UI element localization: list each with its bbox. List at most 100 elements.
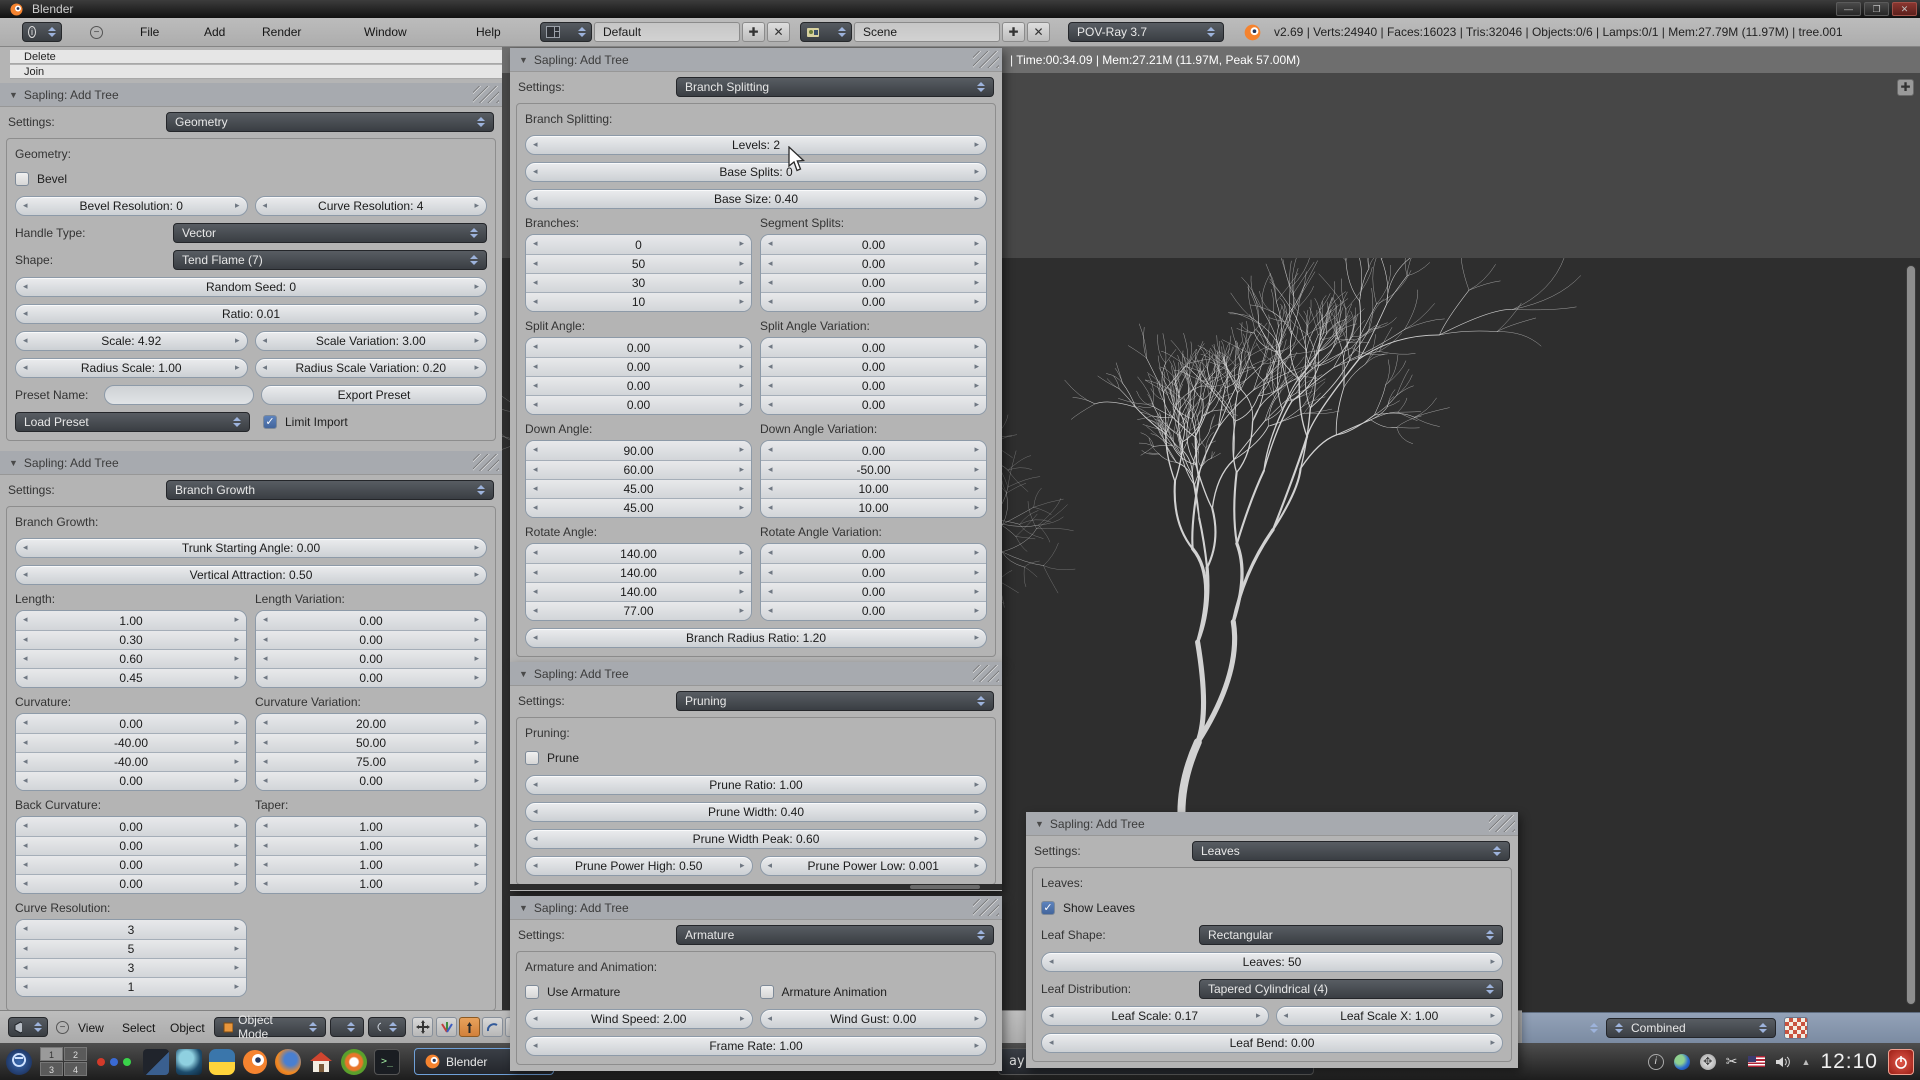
number-field[interactable]: ◂0.00▸ <box>761 601 986 620</box>
scale-slider[interactable]: ◂Scale: 4.92▸ <box>15 331 248 351</box>
random-seed-slider[interactable]: ◂Random Seed: 0▸ <box>15 277 487 297</box>
scale-variation-slider[interactable]: ◂Scale Variation: 3.00▸ <box>255 331 488 351</box>
join-operator-button[interactable]: Join <box>10 65 502 79</box>
number-field[interactable]: ◂1.00▸ <box>256 836 486 855</box>
number-field[interactable]: ◂0.00▸ <box>761 292 986 311</box>
workspace-1[interactable]: 1 <box>40 1047 63 1061</box>
delete-layout-button[interactable]: ✕ <box>767 22 790 42</box>
expand-region-button[interactable]: ✚ <box>1897 79 1914 96</box>
number-field[interactable]: ◂0.00▸ <box>16 771 246 790</box>
number-field[interactable]: ◂0.00▸ <box>761 273 986 292</box>
base-splits-slider[interactable]: ◂Base Splits: 0▸ <box>525 162 987 182</box>
number-field[interactable]: ◂0.00▸ <box>761 338 986 357</box>
number-field[interactable]: ◂0.00▸ <box>761 254 986 273</box>
collapse-menus-icon[interactable]: − <box>56 1021 69 1034</box>
prune-power-high-slider[interactable]: ◂Prune Power High: 0.50▸ <box>525 856 753 876</box>
view-menu[interactable]: View <box>78 1021 104 1035</box>
number-field[interactable]: ◂75.00▸ <box>256 752 486 771</box>
prune-width-peak-slider[interactable]: ◂Prune Width Peak: 0.60▸ <box>525 829 987 849</box>
number-field[interactable]: ◂0.45▸ <box>16 668 246 687</box>
workspace-3[interactable]: 3 <box>40 1062 63 1076</box>
trunk-starting-angle-slider[interactable]: ◂Trunk Starting Angle: 0.00▸ <box>15 538 487 558</box>
menu-add[interactable]: Add <box>204 25 225 39</box>
tray-expand-icon[interactable]: ▲ <box>1802 1057 1811 1067</box>
add-scene-button[interactable]: ✚ <box>1002 22 1025 42</box>
prune-width-slider[interactable]: ◂Prune Width: 0.40▸ <box>525 802 987 822</box>
base-size-slider[interactable]: ◂Base Size: 0.40▸ <box>525 189 987 209</box>
minimize-button[interactable]: — <box>1836 2 1861 16</box>
workspace-pager[interactable]: 1 2 3 4 <box>40 1047 87 1076</box>
firefox-icon[interactable] <box>275 1049 301 1075</box>
handle-type-dropdown[interactable]: Vector <box>173 223 487 243</box>
wind-gust-slider[interactable]: ◂Wind Gust: 0.00▸ <box>760 1009 988 1029</box>
number-field[interactable]: ◂3▸ <box>16 958 246 977</box>
blender-app-icon[interactable] <box>242 1049 268 1075</box>
number-field[interactable]: ◂45.00▸ <box>526 479 751 498</box>
number-field[interactable]: ◂30▸ <box>526 273 751 292</box>
leaf-scale-slider[interactable]: ◂Leaf Scale: 0.17▸ <box>1041 1006 1269 1026</box>
number-field[interactable]: ◂0.00▸ <box>256 630 486 649</box>
home-folder-icon[interactable] <box>308 1049 334 1075</box>
web-browser-globe-icon[interactable] <box>176 1049 202 1075</box>
editor-scrollbar[interactable] <box>1906 265 1916 1005</box>
use-armature-checkbox[interactable] <box>525 985 539 999</box>
red-dot-icon[interactable] <box>97 1058 105 1066</box>
limit-import-checkbox[interactable]: ✓ <box>263 415 277 429</box>
settings-dropdown-geometry[interactable]: Geometry <box>166 112 494 132</box>
clipboard-scissors-icon[interactable]: ✂ <box>1726 1053 1738 1070</box>
number-field[interactable]: ◂60.00▸ <box>526 460 751 479</box>
number-field[interactable]: ◂20.00▸ <box>256 714 486 733</box>
shape-dropdown[interactable]: Tend Flame (7) <box>173 250 487 270</box>
number-field[interactable]: ◂45.00▸ <box>526 498 751 517</box>
number-field[interactable]: ◂0▸ <box>526 235 751 254</box>
settings-dropdown-branch-growth[interactable]: Branch Growth <box>166 480 494 500</box>
menu-window[interactable]: Window <box>364 25 407 39</box>
number-field[interactable]: ◂0.00▸ <box>761 441 986 460</box>
vertical-attraction-slider[interactable]: ◂Vertical Attraction: 0.50▸ <box>15 565 487 585</box>
delete-operator-button[interactable]: Delete <box>10 50 502 64</box>
shelf-scrollbar[interactable] <box>510 884 1002 890</box>
bevel-resolution-slider[interactable]: ◂Bevel Resolution: 0▸ <box>15 196 248 216</box>
number-field[interactable]: ◂0.00▸ <box>761 544 986 563</box>
number-field[interactable]: ◂0.00▸ <box>256 771 486 790</box>
render-engine-dropdown[interactable]: POV-Ray 3.7 <box>1068 22 1224 42</box>
add-layout-button[interactable]: ✚ <box>742 22 765 42</box>
number-field[interactable]: ◂0.00▸ <box>16 874 246 893</box>
radius-scale-variation-slider[interactable]: ◂Radius Scale Variation: 0.20▸ <box>255 358 488 378</box>
panel-header-pruning[interactable]: ▼ Sapling: Add Tree <box>510 662 1002 686</box>
number-field[interactable]: ◂1.00▸ <box>256 874 486 893</box>
number-field[interactable]: ◂0.00▸ <box>761 357 986 376</box>
number-field[interactable]: ◂140.00▸ <box>526 544 751 563</box>
number-field[interactable]: ◂0.00▸ <box>526 357 751 376</box>
number-field[interactable]: ◂10.00▸ <box>761 498 986 517</box>
number-field[interactable]: ◂0.00▸ <box>761 376 986 395</box>
number-field[interactable]: ◂10.00▸ <box>761 479 986 498</box>
number-field[interactable]: ◂0.60▸ <box>16 649 246 668</box>
load-preset-dropdown[interactable]: Load Preset <box>15 412 250 432</box>
layer-stepper-icon[interactable] <box>1582 1023 1598 1033</box>
menu-file[interactable]: File <box>140 25 159 39</box>
select-menu[interactable]: Select <box>122 1021 155 1035</box>
prune-ratio-slider[interactable]: ◂Prune Ratio: 1.00▸ <box>525 775 987 795</box>
branch-radius-ratio-slider[interactable]: ◂Branch Radius Ratio: 1.20▸ <box>525 628 987 648</box>
number-field[interactable]: ◂-40.00▸ <box>16 752 246 771</box>
panel-header-leaves[interactable]: ▼ Sapling: Add Tree <box>1026 812 1518 836</box>
panel-grip-icon[interactable] <box>473 454 499 471</box>
number-field[interactable]: ◂77.00▸ <box>526 601 751 620</box>
number-field[interactable]: ◂0.00▸ <box>761 235 986 254</box>
presentation-app-icon[interactable] <box>143 1049 169 1075</box>
number-field[interactable]: ◂140.00▸ <box>526 563 751 582</box>
manipulator-axes-button[interactable] <box>436 1017 457 1037</box>
translate-manipulator-button[interactable] <box>459 1017 480 1037</box>
app-menu-icon[interactable] <box>6 1049 32 1075</box>
settings-dropdown-pruning[interactable]: Pruning <box>676 691 994 711</box>
bevel-checkbox[interactable] <box>15 172 29 186</box>
armature-animation-checkbox[interactable] <box>760 985 774 999</box>
number-field[interactable]: ◂0.00▸ <box>761 563 986 582</box>
manipulator-toggle[interactable] <box>412 1017 433 1037</box>
maximize-button[interactable]: ❐ <box>1864 2 1889 16</box>
settings-dropdown-branch-splitting[interactable]: Branch Splitting <box>676 77 994 97</box>
delete-scene-button[interactable]: ✕ <box>1027 22 1050 42</box>
number-field[interactable]: ◂0.00▸ <box>16 855 246 874</box>
panel-grip-icon[interactable] <box>973 665 999 682</box>
